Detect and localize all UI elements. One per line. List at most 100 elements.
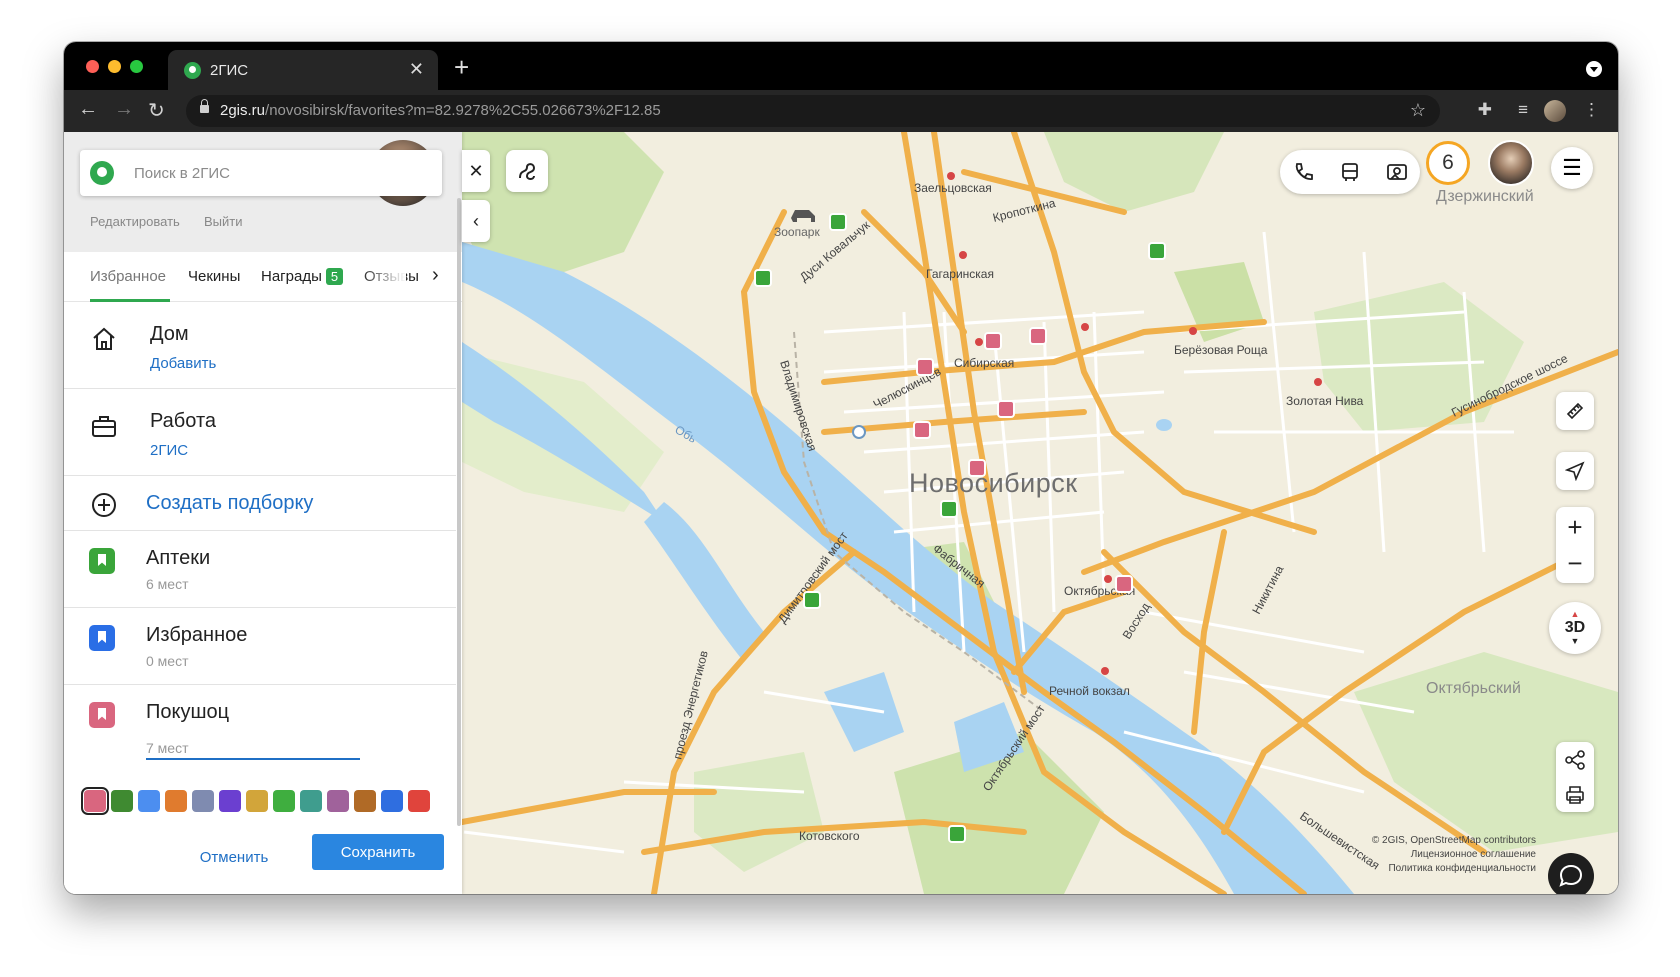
create-collection-row[interactable]: Создать подборку — [64, 477, 456, 531]
browser-titlebar: 2ГИС ✕ + — [64, 42, 1618, 90]
color-swatch-teal[interactable] — [300, 790, 322, 812]
chat-button[interactable] — [1548, 853, 1594, 894]
search-box[interactable] — [80, 150, 442, 196]
tab-awards[interactable]: Награды 5 — [261, 268, 344, 285]
extensions-puzzle-icon[interactable]: ✚ — [1478, 100, 1492, 120]
reload-icon[interactable]: ↻ — [148, 98, 165, 123]
2gis-logo-icon[interactable] — [90, 161, 114, 185]
privacy-link[interactable]: Политика конфиденциальности — [1388, 863, 1536, 874]
page-content: Заельцовская Кропоткина Гагаринская Зооп… — [64, 132, 1618, 894]
collection-izbrannoe[interactable]: Избранное 0 мест — [64, 609, 456, 685]
color-swatch-mauve[interactable] — [327, 790, 349, 812]
collection-name: Аптеки — [146, 547, 211, 569]
collection-apteki[interactable]: Аптеки 6 мест — [64, 532, 456, 608]
color-swatch-red[interactable] — [408, 790, 430, 812]
color-swatch-blue[interactable] — [381, 790, 403, 812]
cancel-button[interactable]: Отменить — [184, 842, 284, 872]
maximize-window-button[interactable] — [130, 60, 143, 73]
my-location-button[interactable] — [1556, 452, 1594, 490]
calls-icon[interactable] — [1292, 161, 1314, 183]
bookmark-star-icon[interactable]: ☆ — [1410, 100, 1426, 121]
favorite-home[interactable]: Дом Добавить — [64, 303, 456, 389]
svg-text:Золотая Нива: Золотая Нива — [1286, 394, 1364, 408]
color-swatch-slate[interactable] — [192, 790, 214, 812]
chat-bubble-icon — [1559, 864, 1583, 887]
compass-north-icon: ▲ — [1570, 609, 1580, 619]
save-button[interactable]: Сохранить — [312, 834, 444, 870]
3d-label: 3D — [1564, 619, 1586, 636]
lock-icon — [200, 99, 209, 113]
ruler-icon — [1566, 402, 1584, 420]
share-icon[interactable] — [1564, 749, 1586, 771]
bus-icon[interactable] — [1339, 161, 1361, 183]
forward-arrow-icon[interactable]: → — [114, 98, 134, 121]
zoom-out-icon[interactable]: − — [1567, 545, 1582, 581]
collapse-sidebar-button[interactable]: ‹ — [462, 200, 490, 242]
collection-name-input[interactable]: Покушоц — [146, 701, 229, 724]
logout-link[interactable]: Выйти — [204, 214, 243, 229]
route-button[interactable] — [506, 150, 548, 192]
collection-count: 0 мест — [146, 653, 189, 669]
create-collection-link[interactable]: Создать подборку — [146, 492, 313, 515]
home-add-link[interactable]: Добавить — [150, 355, 216, 372]
color-swatch-green[interactable] — [273, 790, 295, 812]
print-icon[interactable] — [1564, 784, 1586, 806]
color-swatch-orange[interactable] — [165, 790, 187, 812]
browser-tab[interactable]: 2ГИС ✕ — [168, 50, 438, 90]
svg-text:Гагаринская: Гагаринская — [926, 267, 994, 281]
profile-header: Редактировать Выйти — [64, 132, 462, 252]
user-avatar[interactable] — [1488, 140, 1534, 186]
edit-profile-link[interactable]: Редактировать — [90, 214, 180, 229]
svg-text:Берёзовая Роща: Берёзовая Роща — [1174, 343, 1268, 357]
pond — [1156, 419, 1172, 431]
copyright-text: © 2GIS, OpenStreetMap contributors — [1371, 835, 1536, 846]
zoom-in-icon[interactable]: + — [1567, 509, 1582, 545]
license-link[interactable]: Лицензионное соглашение — [1411, 849, 1536, 860]
briefcase-icon — [92, 416, 116, 437]
search-input[interactable] — [134, 160, 424, 186]
url-text: 2gis.ru/novosibirsk/favorites?m=82.9278%… — [220, 102, 661, 119]
tab-checkins[interactable]: Чекины — [188, 268, 240, 285]
transport-stop-icon — [852, 425, 866, 439]
3d-toggle-button[interactable]: ▲ 3D ▼ — [1549, 602, 1601, 654]
back-arrow-icon[interactable]: ← — [78, 98, 98, 121]
color-swatch-lightblue[interactable] — [138, 790, 160, 812]
color-swatch-mustard[interactable] — [246, 790, 268, 812]
photo-icon[interactable] — [1386, 161, 1408, 183]
color-swatch-purple[interactable] — [219, 790, 241, 812]
main-menu-button[interactable]: ☰ — [1551, 147, 1593, 189]
awards-count-badge: 5 — [325, 268, 344, 285]
work-title: Работа — [150, 410, 216, 432]
tab-search-icon[interactable] — [1586, 61, 1602, 77]
color-swatch-darkgreen[interactable] — [111, 790, 133, 812]
minimize-window-button[interactable] — [108, 60, 121, 73]
2gis-favicon-icon — [184, 62, 201, 79]
tab-title: 2ГИС — [210, 62, 249, 79]
home-title: Дом — [150, 323, 189, 345]
color-swatch-brown[interactable] — [354, 790, 376, 812]
notifications-counter[interactable]: 6 — [1426, 141, 1470, 185]
map-tools-group — [1280, 150, 1420, 194]
browser-toolbar: ← → ↻ 2gis.ru/novosibirsk/favorites?m=82… — [64, 90, 1618, 132]
bookmark-icon — [89, 548, 115, 574]
svg-text:Заельцовская: Заельцовская — [914, 181, 992, 195]
close-tab-icon[interactable]: ✕ — [409, 59, 424, 80]
work-value-link[interactable]: 2ГИС — [150, 442, 188, 459]
address-bar[interactable]: 2gis.ru/novosibirsk/favorites?m=82.9278%… — [186, 95, 1440, 127]
new-tab-button[interactable]: + — [454, 52, 469, 83]
sidebar-scrollbar[interactable] — [457, 198, 461, 826]
ruler-button[interactable] — [1556, 392, 1594, 430]
hamburger-menu-icon: ☰ — [1562, 155, 1582, 180]
color-swatch-pink[interactable] — [81, 787, 109, 815]
tabs-scroll-right-icon[interactable]: › — [432, 264, 439, 287]
browser-profile-avatar[interactable] — [1544, 100, 1566, 122]
tab-favorites[interactable]: Избранное — [90, 268, 166, 285]
favorite-work[interactable]: Работа 2ГИС — [64, 390, 456, 476]
close-sidebar-button[interactable]: ✕ — [462, 150, 490, 192]
browser-menu-icon[interactable]: ⋮ — [1583, 100, 1600, 120]
name-input-underline — [146, 758, 360, 760]
media-queue-icon[interactable]: ≡ — [1518, 100, 1528, 120]
active-tab-indicator — [90, 299, 170, 302]
svg-text:Сибирская: Сибирская — [954, 356, 1014, 370]
close-window-button[interactable] — [86, 60, 99, 73]
